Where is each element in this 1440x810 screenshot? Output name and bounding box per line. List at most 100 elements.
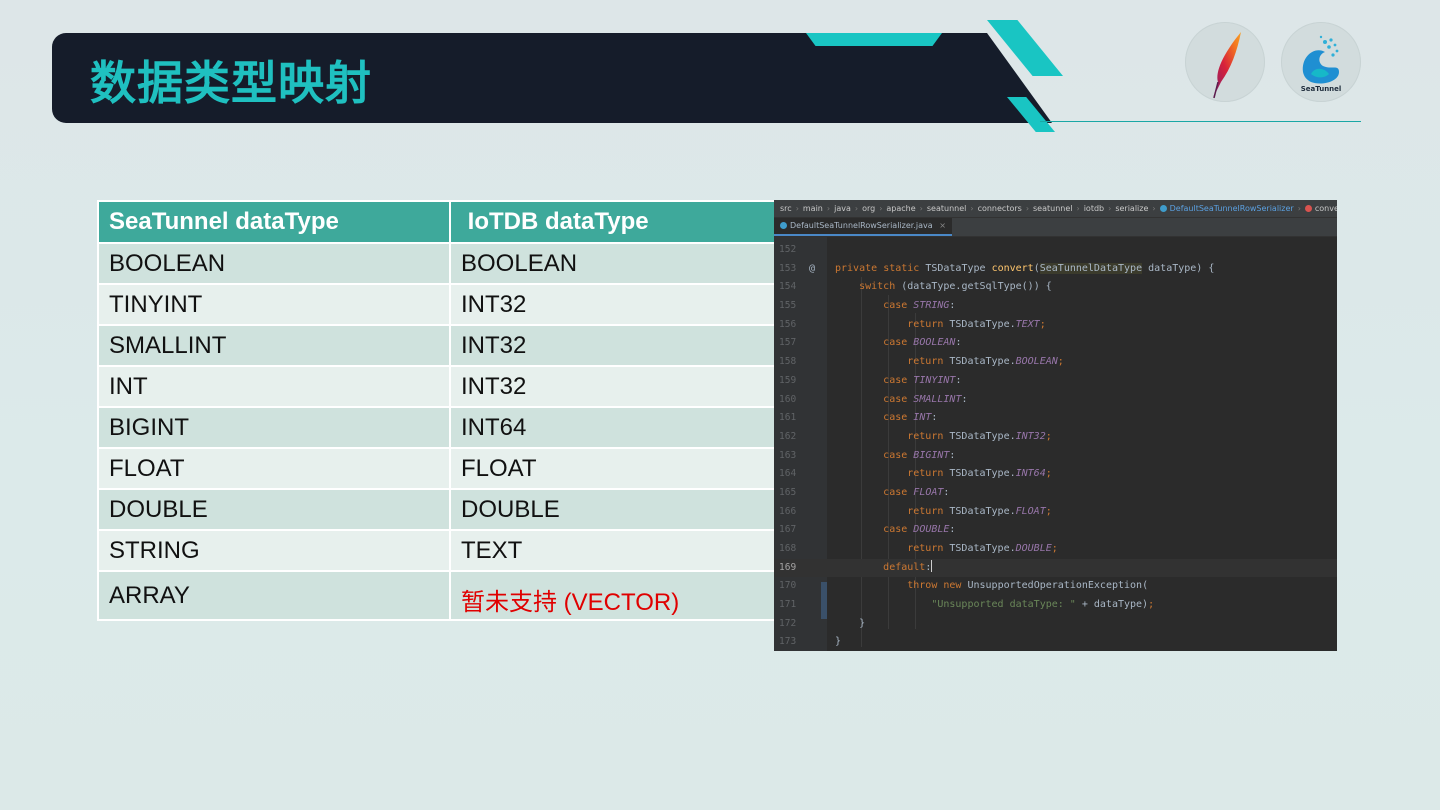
code-text: case FLOAT:	[883, 486, 950, 498]
breadcrumb-item[interactable]: main	[803, 204, 823, 213]
breadcrumb-item[interactable]: serialize	[1115, 204, 1148, 213]
editor-tab-label: DefaultSeaTunnelRowSerializer.java	[790, 221, 933, 230]
table-row: TINYINT INT32	[97, 283, 777, 326]
header-iotdb-type: IoTDB dataType	[449, 200, 777, 244]
code-text: return TSDataType.TEXT;	[907, 318, 1046, 330]
seatunnel-type-cell: SMALLINT	[97, 324, 451, 367]
seatunnel-type-cell: BIGINT	[97, 406, 451, 449]
code-line: 172 }	[774, 615, 1337, 634]
seatunnel-type-cell: DOUBLE	[97, 488, 451, 531]
code-line: 162 return TSDataType.INT32;	[774, 428, 1337, 447]
code-editor[interactable]: 152 153 @ private static TSDataType conver…	[774, 237, 1337, 651]
code-text: default:	[883, 559, 933, 573]
seatunnel-type-cell: FLOAT	[97, 447, 451, 490]
header-seatunnel-type: SeaTunnel dataType	[97, 200, 451, 244]
iotdb-type-cell: DOUBLE	[449, 488, 777, 531]
code-text: case INT:	[883, 412, 938, 424]
code-text: case BIGINT:	[883, 449, 956, 461]
code-line: 165 case FLOAT:	[774, 484, 1337, 503]
breadcrumb-item[interactable]: seatunnel	[1033, 204, 1072, 213]
override-icon: @	[809, 262, 816, 274]
code-text: case DOUBLE:	[883, 524, 956, 536]
code-text: case SMALLINT:	[883, 393, 968, 405]
code-text: return TSDataType.INT32;	[907, 430, 1052, 442]
seatunnel-type-cell: ARRAY	[97, 570, 451, 621]
page-title: 数据类型映射	[90, 56, 372, 110]
code-line: 168 return TSDataType.DOUBLE;	[774, 540, 1337, 559]
table-header-row: SeaTunnel dataType IoTDB dataType	[97, 200, 777, 244]
code-text: return TSDataType.DOUBLE;	[907, 543, 1058, 554]
breadcrumb: src › main › java › org › apache › seatunnel › conne…	[774, 200, 1337, 218]
code-line: 171 "Unsupported dataType: " + dataType)…	[774, 596, 1337, 615]
iotdb-type-cell: INT32	[449, 365, 777, 408]
title-banner: 数据类型映射	[52, 33, 1052, 123]
table-row: ARRAY 暂未支持 (VECTOR)	[97, 570, 777, 621]
class-icon	[1159, 205, 1167, 212]
table-row: BIGINT INT64	[97, 406, 777, 449]
code-line: 166 return TSDataType.FLOAT;	[774, 503, 1337, 522]
editor-tab[interactable]: DefaultSeaTunnelRowSerializer.java ×	[774, 218, 952, 236]
code-line: 152	[779, 244, 797, 255]
iotdb-type-cell-unsupported: 暂未支持 (VECTOR)	[449, 570, 777, 621]
apache-feather-logo	[1185, 22, 1265, 102]
breadcrumb-item[interactable]: java	[834, 204, 851, 213]
breadcrumb-item[interactable]: apache	[886, 204, 915, 213]
code-line: 173}	[774, 633, 1337, 651]
breadcrumb-item-method[interactable]: convert	[1315, 204, 1337, 213]
datatype-mapping-table: SeaTunnel dataType IoTDB dataType BOOLEA…	[97, 200, 777, 621]
seatunnel-type-cell: INT	[97, 365, 451, 408]
table-row: SMALLINT INT32	[97, 324, 777, 367]
code-line: 161 case INT:	[774, 409, 1337, 428]
code-text: return TSDataType.BOOLEAN;	[907, 356, 1064, 368]
code-text: switch (dataType.getSqlType()) {	[859, 281, 1052, 293]
code-line: 158 return TSDataType.BOOLEAN;	[774, 353, 1337, 372]
iotdb-type-cell: BOOLEAN	[449, 242, 777, 285]
table-row: INT INT32	[97, 365, 777, 408]
iotdb-type-cell: TEXT	[449, 529, 777, 572]
iotdb-type-cell: INT32	[449, 324, 777, 367]
code-line: 160 case SMALLINT:	[774, 391, 1337, 410]
code-text: case TINYINT:	[883, 374, 962, 386]
code-line: 153 @ private static TSDataType convert(Se…	[774, 260, 1337, 279]
breadcrumb-item[interactable]: seatunnel	[927, 204, 966, 213]
code-line: 170 throw new UnsupportedOperationExcept…	[774, 577, 1337, 596]
breadcrumb-item[interactable]: org	[862, 204, 875, 213]
code-text: return TSDataType.FLOAT;	[907, 505, 1052, 517]
code-line: 155 case STRING:	[774, 297, 1337, 316]
table-row: DOUBLE DOUBLE	[97, 488, 777, 531]
code-text: }	[835, 617, 866, 629]
iotdb-type-cell: FLOAT	[449, 447, 777, 490]
code-line: 164 return TSDataType.INT64;	[774, 465, 1337, 484]
code-line: 157 case BOOLEAN:	[774, 334, 1337, 353]
java-class-icon	[780, 222, 787, 229]
code-text: case STRING:	[883, 300, 956, 312]
iotdb-type-cell: INT32	[449, 283, 777, 326]
seatunnel-logo: SeaTunnel	[1281, 22, 1361, 102]
close-icon[interactable]: ×	[939, 221, 946, 230]
apache-feather-icon	[1213, 32, 1241, 99]
ide-code-screenshot: src › main › java › org › apache › seatunnel › conne…	[774, 200, 1337, 651]
code-line: 154 switch (dataType.getSqlType()) {	[774, 278, 1337, 297]
method-icon	[1304, 205, 1312, 212]
banner-underline	[1040, 121, 1361, 122]
code-line: 167 case DOUBLE:	[774, 521, 1337, 540]
breadcrumb-item[interactable]: iotdb	[1084, 204, 1104, 213]
code-line-current: 169 default:	[774, 558, 1337, 578]
table-row: FLOAT FLOAT	[97, 447, 777, 490]
table-row: STRING TEXT	[97, 529, 777, 572]
code-text: }	[835, 636, 842, 648]
code-text: "Unsupported dataType: " + dataType);	[931, 599, 1155, 611]
breadcrumb-item[interactable]: src	[780, 204, 792, 213]
code-line: 159 case TINYINT:	[774, 372, 1337, 391]
code-line: 156 return TSDataType.TEXT;	[774, 316, 1337, 335]
seatunnel-type-cell: TINYINT	[97, 283, 451, 326]
breadcrumb-item[interactable]: connectors	[978, 204, 1022, 213]
banner-accent-bar	[806, 33, 942, 46]
seatunnel-type-cell: STRING	[97, 529, 451, 572]
code-text: case BOOLEAN:	[883, 337, 962, 349]
editor-tab-bar: DefaultSeaTunnelRowSerializer.java ×	[774, 218, 1337, 237]
code-line: 163 case BIGINT:	[774, 447, 1337, 466]
breadcrumb-item-class[interactable]: DefaultSeaTunnelRowSerializer	[1170, 204, 1294, 213]
table-row: BOOLEAN BOOLEAN	[97, 242, 777, 285]
code-text: private static TSDataType convert(SeaTun…	[835, 262, 1215, 274]
